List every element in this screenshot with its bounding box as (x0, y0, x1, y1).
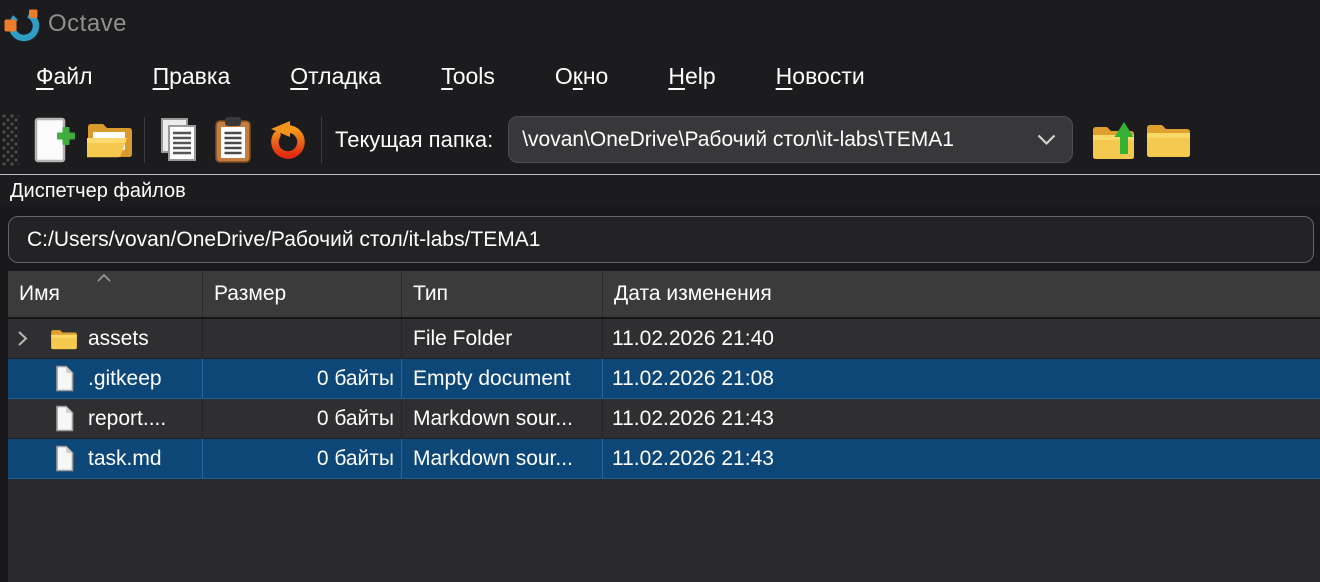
undo-icon (265, 118, 309, 162)
directory-up-button[interactable] (1087, 111, 1141, 169)
path-value: C:/Users/vovan/OneDrive/Рабочий стол/it-… (27, 228, 540, 252)
size-cell (203, 319, 402, 358)
date-cell: 11.02.2026 21:40 (603, 319, 1320, 358)
app-title: Octave (48, 10, 127, 38)
current-folder-dropdown[interactable]: \vovan\OneDrive\Рабочий стол\it-labs\ТЕМ… (508, 116, 1073, 163)
file-name: task.md (88, 447, 162, 471)
chevron-down-icon (1037, 134, 1056, 146)
size-cell: 0 байты (203, 359, 402, 398)
paste-button[interactable] (206, 111, 260, 169)
current-folder-label: Текущая папка: (335, 127, 493, 153)
menubar: Файл Правка Отладка Tools Окно Help Ново… (0, 47, 1320, 105)
file-name: .gitkeep (88, 367, 162, 391)
new-document-icon (33, 116, 79, 164)
size-cell: 0 байты (203, 399, 402, 438)
menu-debug[interactable]: Отладка (260, 57, 411, 96)
table-row-report[interactable]: report.... 0 байты Markdown sour... 11.0… (8, 399, 1320, 439)
current-folder-value: \vovan\OneDrive\Рабочий стол\it-labs\ТЕМ… (522, 128, 1027, 152)
menu-help[interactable]: Help (638, 57, 745, 96)
name-cell: assets (8, 319, 203, 358)
folder-icon (50, 327, 78, 351)
type-cell: Markdown sour... (402, 439, 603, 478)
menu-edit[interactable]: Правка (123, 57, 261, 96)
name-cell: task.md (8, 439, 203, 478)
menu-news[interactable]: Новости (746, 57, 895, 96)
new-document-button[interactable] (29, 111, 83, 169)
file-manager-panel-titlebar: Диспетчер файлов (0, 174, 1320, 207)
type-cell: Empty document (402, 359, 603, 398)
file-icon (50, 405, 78, 432)
menu-tools[interactable]: Tools (411, 57, 525, 96)
panel-title: Диспетчер файлов (10, 180, 186, 203)
paste-icon (212, 116, 254, 164)
menu-file[interactable]: Файл (6, 57, 123, 96)
undo-button[interactable] (260, 111, 314, 169)
type-cell: Markdown sour... (402, 399, 603, 438)
name-cell: .gitkeep (8, 359, 203, 398)
toolbar-drag-handle[interactable] (2, 114, 19, 166)
column-header-type[interactable]: Тип (402, 271, 603, 317)
window-titlebar: Octave (0, 0, 1320, 47)
file-name: assets (88, 327, 149, 351)
table-header-row: Имя Размер Тип Дата изменения (8, 271, 1320, 319)
file-manager-panel: C:/Users/vovan/OneDrive/Рабочий стол/it-… (0, 207, 1320, 582)
date-cell: 11.02.2026 21:43 (603, 439, 1320, 478)
file-icon (50, 445, 78, 472)
folder-up-icon (1091, 117, 1138, 163)
path-input[interactable]: C:/Users/vovan/OneDrive/Рабочий стол/it-… (8, 216, 1314, 263)
name-cell: report.... (8, 399, 203, 438)
file-name: report.... (88, 407, 166, 431)
main-toolbar: Текущая папка: \vovan\OneDrive\Рабочий с… (0, 105, 1320, 174)
size-cell: 0 байты (203, 439, 402, 478)
column-header-date[interactable]: Дата изменения (603, 271, 1320, 317)
table-row-gitkeep[interactable]: .gitkeep 0 байты Empty document 11.02.20… (8, 359, 1320, 399)
column-header-size[interactable]: Размер (203, 271, 402, 317)
sort-ascending-icon (96, 273, 112, 283)
table-row-task[interactable]: task.md 0 байты Markdown sour... 11.02.2… (8, 439, 1320, 479)
file-icon (50, 365, 78, 392)
open-folder-button[interactable] (83, 111, 137, 169)
type-cell: File Folder (402, 319, 603, 358)
octave-logo-icon (4, 6, 41, 43)
toolbar-separator (321, 117, 322, 163)
copy-icon (157, 116, 201, 164)
expand-chevron-icon[interactable] (17, 330, 29, 347)
copy-button[interactable] (152, 111, 206, 169)
browse-directories-button[interactable] (1141, 111, 1195, 169)
table-row-assets[interactable]: assets File Folder 11.02.2026 21:40 (8, 319, 1320, 359)
open-folder-icon (85, 118, 135, 162)
folder-icon (1145, 120, 1192, 160)
table-empty-area (8, 479, 1320, 582)
toolbar-separator (144, 117, 145, 163)
date-cell: 11.02.2026 21:43 (603, 399, 1320, 438)
menu-window[interactable]: Окно (525, 57, 638, 96)
file-table: Имя Размер Тип Дата изменения assets (8, 271, 1320, 582)
date-cell: 11.02.2026 21:08 (603, 359, 1320, 398)
